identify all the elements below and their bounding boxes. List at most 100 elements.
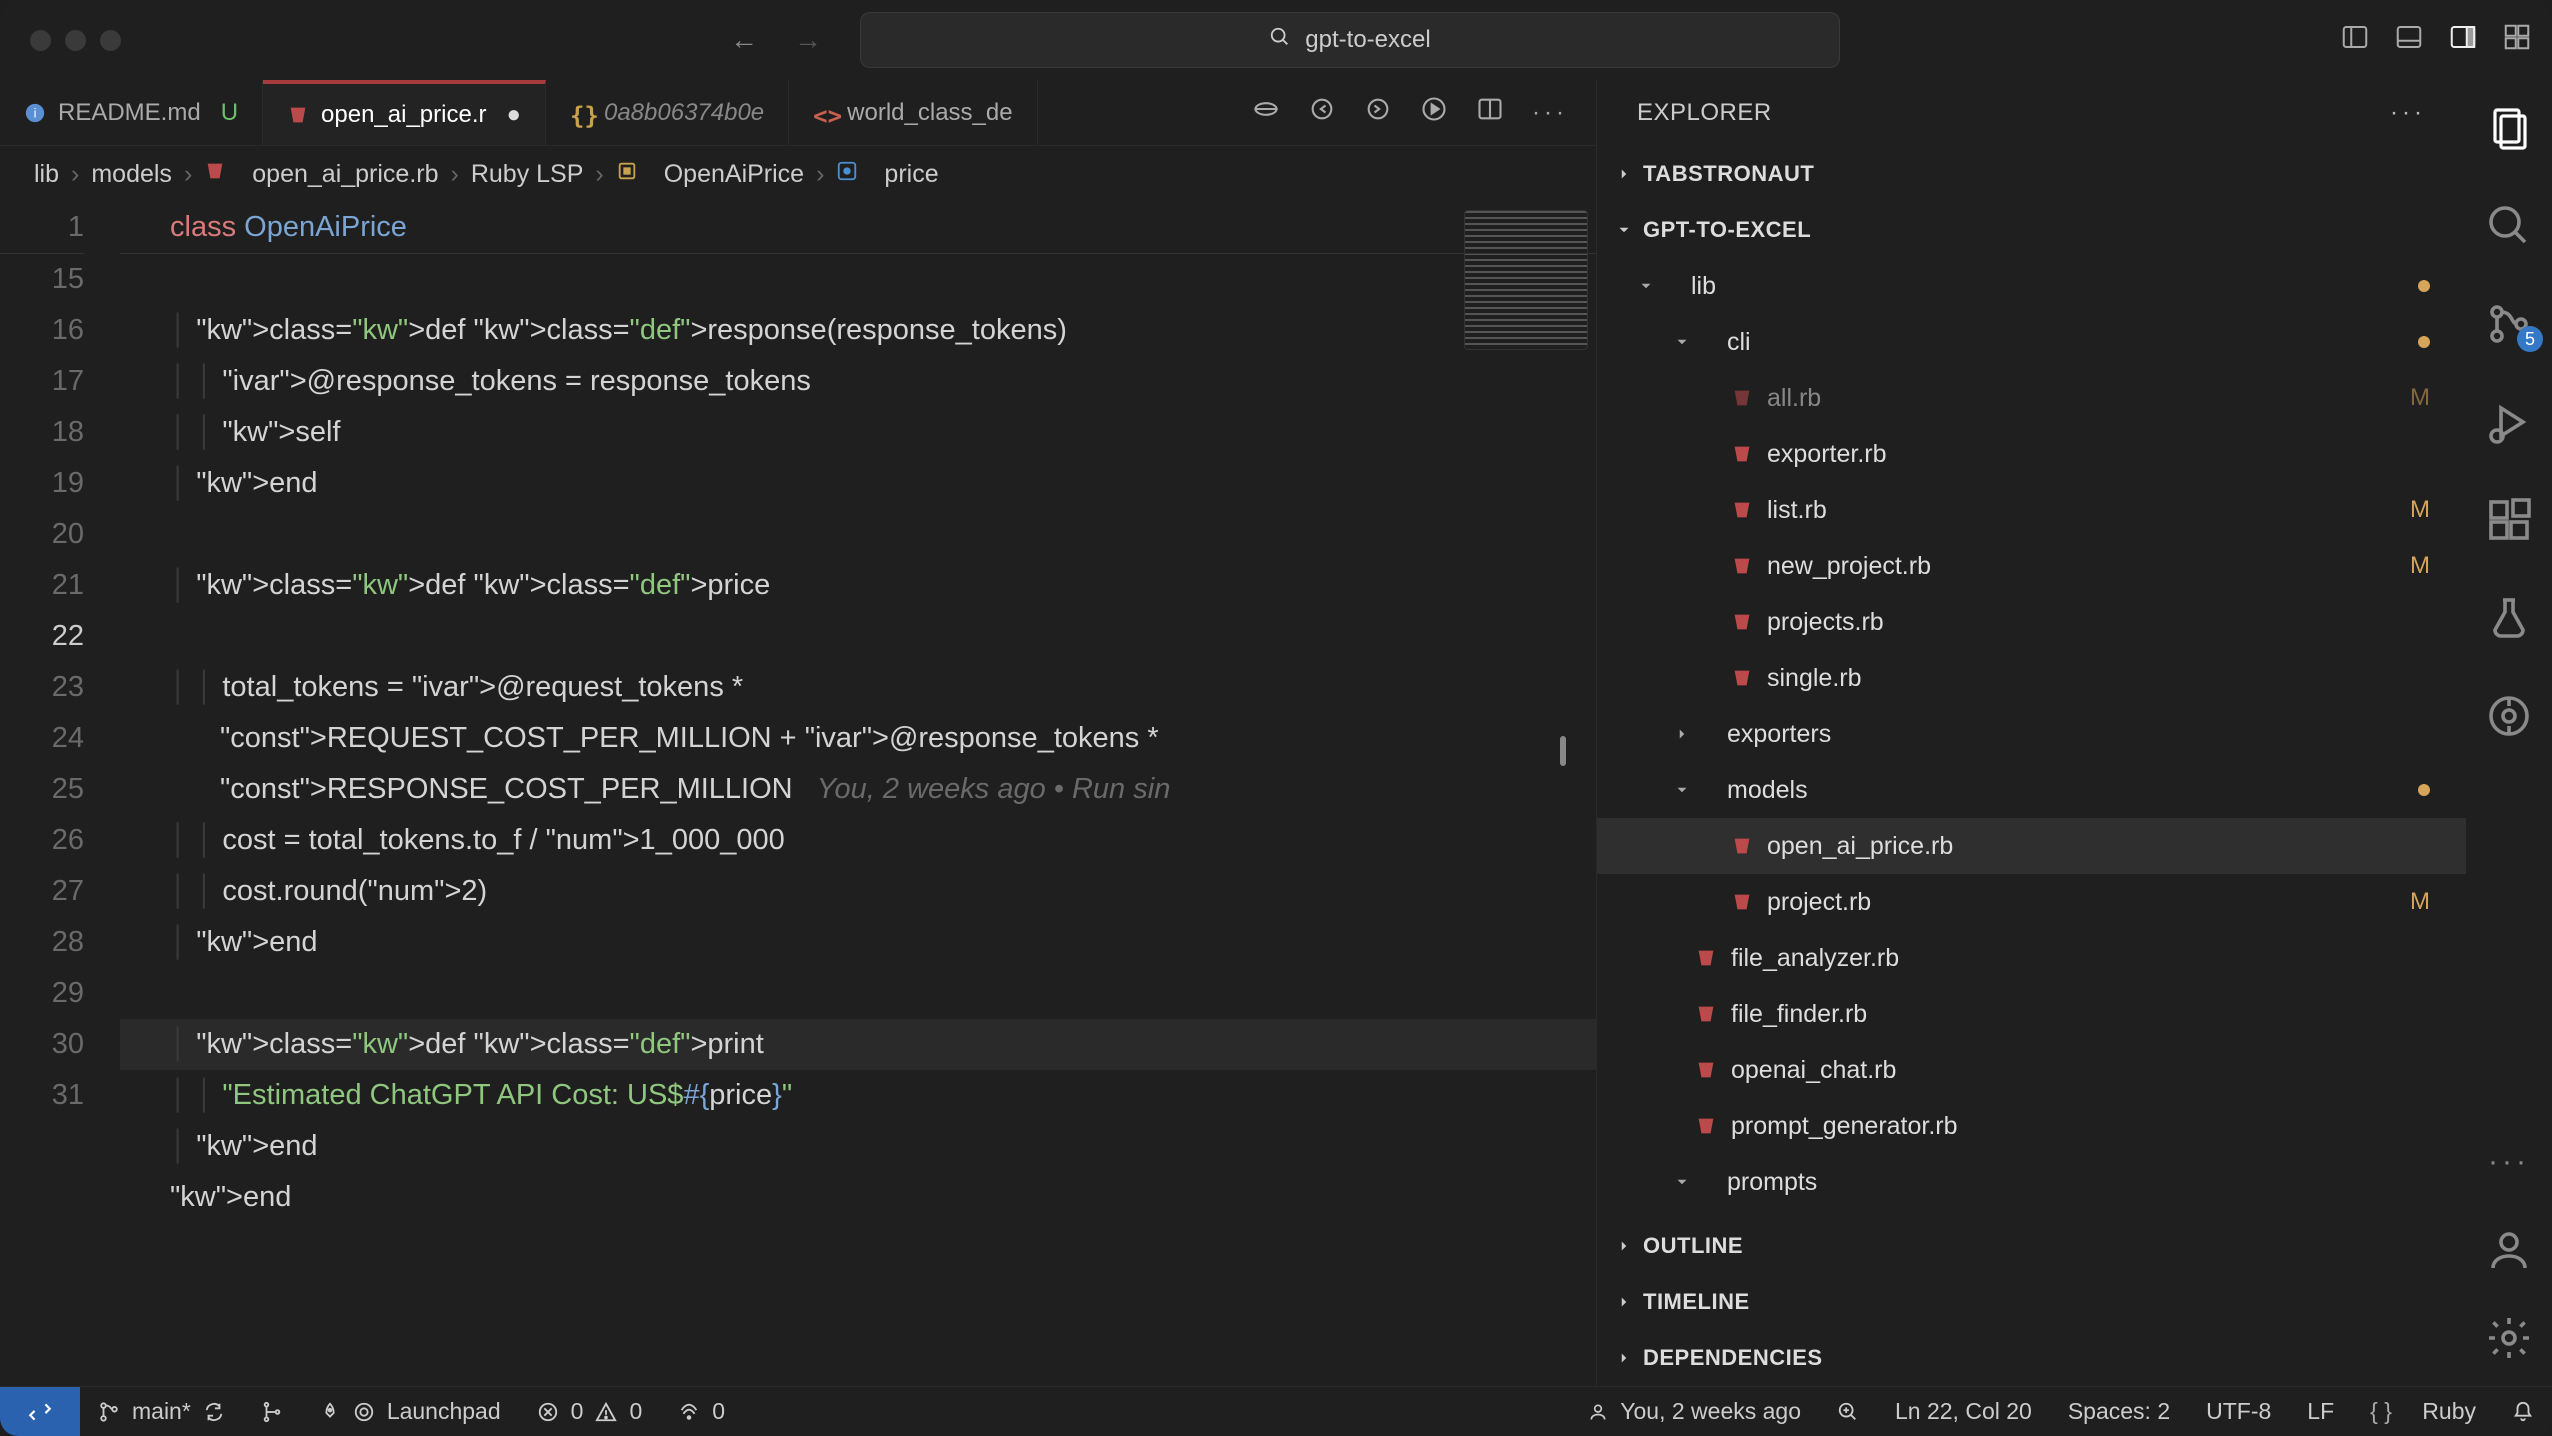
breadcrumb-segment[interactable]: price [884,160,938,189]
code-line[interactable]: │ │ cost = total_tokens.to_f / "num">1_0… [120,815,1596,866]
nav-forward-icon[interactable]: → [794,24,822,56]
tree-folder[interactable]: models [1597,762,2466,818]
split-editor-icon[interactable] [1476,95,1504,130]
git-branch[interactable]: main* [80,1398,243,1425]
svg-text:i: i [34,105,37,120]
source-control-icon[interactable]: 5 [2485,300,2533,348]
code-line[interactable]: │ "kw">end [120,1121,1596,1172]
breadcrumb-segment[interactable]: OpenAiPrice [664,160,804,189]
gitlens-icon[interactable] [2485,692,2533,740]
problems[interactable]: 0 0 [519,1398,661,1425]
tree-file[interactable]: exporter.rb [1597,426,2466,482]
tree-folder[interactable]: prompts [1597,1154,2466,1210]
tree-folder[interactable]: cli [1597,314,2466,370]
code-line[interactable]: │ │ "kw">self [120,407,1596,458]
code-line[interactable]: │ │ total_tokens = "ivar">@request_token… [120,662,1596,713]
tree-file[interactable]: file_finder.rb [1597,986,2466,1042]
code-line[interactable]: │ "kw">class="kw">def "kw">class="def">p… [120,1019,1596,1070]
notifications-icon[interactable] [2494,1398,2552,1425]
launchpad[interactable]: Launchpad [301,1398,519,1425]
tree-label: list.rb [1767,496,1827,525]
git-graph-icon[interactable] [243,1401,301,1423]
explorer-header: EXPLORER ··· [1597,80,2466,146]
code-line[interactable] [120,509,1596,560]
section-outline[interactable]: OUTLINE [1597,1218,2466,1274]
code-line[interactable]: │ │ "Estimated ChatGPT API Cost: US$#{pr… [120,1070,1596,1121]
cursor-position[interactable]: Ln 22, Col 20 [1877,1398,2050,1425]
tab-more-icon[interactable]: ··· [1532,99,1568,127]
ellipsis-icon[interactable]: ··· [2485,1138,2533,1186]
tree-file[interactable]: single.rb [1597,650,2466,706]
customize-layout-icon[interactable] [2502,22,2532,59]
breadcrumb-segment[interactable]: lib [34,160,59,189]
section-root[interactable]: GPT-TO-EXCEL [1597,202,2466,258]
sync-icon[interactable] [203,1401,225,1423]
code-line[interactable]: "const">RESPONSE_COST_PER_MILLION You, 2… [120,764,1596,815]
explorer-more-icon[interactable]: ··· [2390,99,2426,127]
extensions-icon[interactable] [2485,496,2533,544]
tree-file[interactable]: file_analyzer.rb [1597,930,2466,986]
section-dependencies[interactable]: DEPENDENCIES [1597,1330,2466,1386]
tree-file[interactable]: all.rbM [1597,370,2466,426]
run-debug-icon[interactable] [2485,398,2533,446]
tree-label: models [1727,776,1808,805]
toggle-secondary-sidebar-icon[interactable] [2448,22,2478,59]
tree-file[interactable]: <>v1_world_class_dev.erb [1597,1210,2466,1218]
indentation[interactable]: Spaces: 2 [2050,1398,2188,1425]
code-line[interactable]: │ "kw">end [120,917,1596,968]
editor-tab[interactable]: open_ai_price.r ● [263,80,546,145]
breadcrumb-segment[interactable]: models [91,160,172,189]
settings-gear-icon[interactable] [2485,1314,2533,1362]
diff-icon[interactable] [1252,95,1280,130]
tree-folder[interactable]: lib [1597,258,2466,314]
code-line[interactable]: "kw">end [120,1172,1596,1223]
tree-folder[interactable]: exporters [1597,706,2466,762]
eol[interactable]: LF [2289,1398,2352,1425]
editor-tab[interactable]: iREADME.md U [0,80,263,145]
breadcrumb-segment[interactable]: Ruby LSP [471,160,584,189]
tree-file[interactable]: list.rbM [1597,482,2466,538]
code-line[interactable] [120,1223,1596,1274]
editor-tab[interactable]: {}0a8b06374b0e [546,80,789,145]
testing-icon[interactable] [2485,594,2533,642]
accounts-icon[interactable] [2485,1226,2533,1274]
tree-file[interactable]: projects.rb [1597,594,2466,650]
command-center[interactable]: gpt-to-excel [860,12,1840,68]
section-tabstronaut[interactable]: TABSTRONAUT [1597,146,2466,202]
tree-file[interactable]: prompt_generator.rb [1597,1098,2466,1154]
code-line[interactable] [120,968,1596,1019]
toggle-primary-sidebar-icon[interactable] [2340,22,2370,59]
nav-back-icon[interactable]: ← [730,24,758,56]
tree-file[interactable]: openai_chat.rb [1597,1042,2466,1098]
code-line[interactable]: │ │ cost.round("num">2) [120,866,1596,917]
editor-tab[interactable]: <>world_class_de [789,80,1037,145]
search-view-icon[interactable] [2485,202,2533,250]
breadcrumb[interactable]: lib›models›open_ai_price.rb›Ruby LSP›Ope… [0,146,1596,202]
tree-file[interactable]: open_ai_price.rb [1597,818,2466,874]
tree-file[interactable]: project.rbM [1597,874,2466,930]
code-editor[interactable]: 11516171819202122 232425262728293031 cla… [0,202,1596,1386]
ports[interactable]: 0 [660,1398,743,1425]
breadcrumb-segment[interactable]: open_ai_price.rb [252,160,438,189]
encoding[interactable]: UTF-8 [2188,1398,2289,1425]
next-change-icon[interactable] [1364,95,1392,130]
language-mode[interactable]: { } Ruby [2352,1398,2494,1425]
close-window[interactable] [30,30,51,51]
prev-change-icon[interactable] [1308,95,1336,130]
explorer-icon[interactable] [2485,104,2533,152]
section-timeline[interactable]: TIMELINE [1597,1274,2466,1330]
blame-status[interactable]: You, 2 weeks ago [1570,1398,1819,1425]
minimize-window[interactable] [65,30,86,51]
code-line[interactable]: "const">REQUEST_COST_PER_MILLION + "ivar… [120,713,1596,764]
maximize-window[interactable] [100,30,121,51]
remote-indicator[interactable] [0,1387,80,1436]
code-line[interactable]: │ "kw">end [120,458,1596,509]
run-icon[interactable] [1420,95,1448,130]
cursor-zoom-icon[interactable] [1819,1398,1877,1425]
toggle-panel-icon[interactable] [2394,22,2424,59]
code-line[interactable]: │ "kw">class="kw">def "kw">class="def">r… [120,305,1596,356]
code-line[interactable]: │ │ "ivar">@response_tokens = response_t… [120,356,1596,407]
code-line[interactable]: │ "kw">class="kw">def "kw">class="def">p… [120,560,1596,611]
code-line[interactable] [120,254,1596,305]
tree-file[interactable]: new_project.rbM [1597,538,2466,594]
